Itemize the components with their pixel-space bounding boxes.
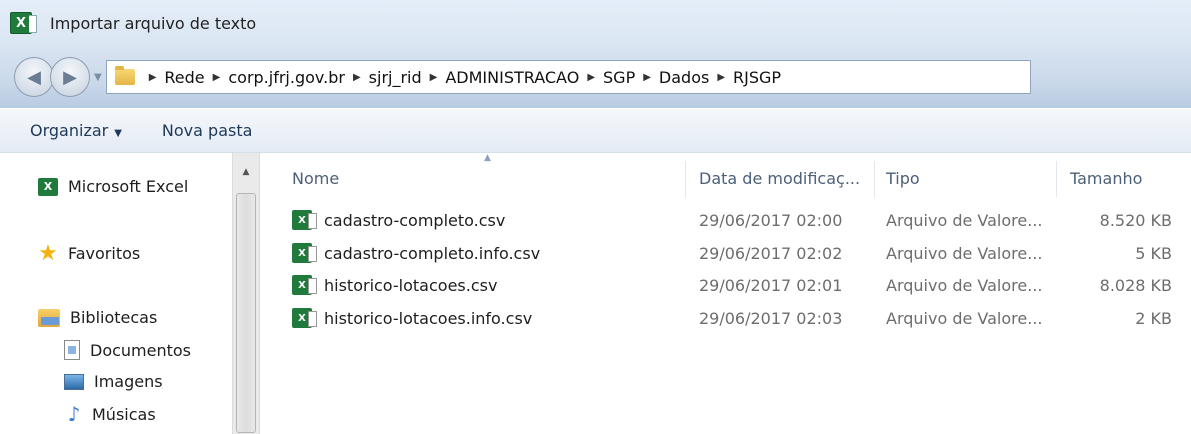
column-header-name[interactable]: Nome bbox=[292, 169, 339, 188]
sidebar-item-label: Bibliotecas bbox=[70, 308, 158, 327]
music-icon: ♪ bbox=[67, 402, 81, 426]
sidebar-scrollbar[interactable]: ▲ bbox=[232, 153, 260, 434]
star-icon: ★ bbox=[38, 241, 58, 266]
file-name: cadastro-completo.info.csv bbox=[324, 244, 541, 263]
breadcrumb-item[interactable]: Rede bbox=[164, 68, 204, 87]
column-divider[interactable] bbox=[1056, 161, 1057, 197]
organize-button[interactable]: Organizar ▼ bbox=[30, 121, 122, 140]
sidebar-item-libraries[interactable]: Bibliotecas bbox=[38, 308, 157, 327]
file-name: cadastro-completo.csv bbox=[324, 211, 506, 230]
sidebar-item-label: Documentos bbox=[90, 340, 192, 360]
file-row[interactable]: X cadastro-completo.csv 29/06/2017 02:00… bbox=[292, 206, 1182, 236]
breadcrumb-item[interactable]: sjrj_rid bbox=[369, 68, 422, 87]
recent-locations-dropdown[interactable]: ▼ bbox=[94, 72, 102, 83]
scroll-thumb[interactable] bbox=[236, 193, 256, 433]
folder-icon bbox=[114, 66, 135, 85]
csv-file-icon: X bbox=[292, 243, 317, 263]
breadcrumb-item[interactable]: SGP bbox=[603, 68, 635, 87]
file-row[interactable]: X historico-lotacoes.csv 29/06/2017 02:0… bbox=[292, 271, 1182, 301]
file-modified: 29/06/2017 02:01 bbox=[699, 276, 843, 295]
breadcrumb-item[interactable]: RJSGP bbox=[733, 68, 781, 87]
excel-app-icon: X bbox=[10, 12, 37, 34]
chevron-right-icon[interactable]: ▶ bbox=[149, 72, 157, 83]
column-header-size[interactable]: Tamanho bbox=[1070, 169, 1142, 188]
file-type: Arquivo de Valore... bbox=[886, 276, 1043, 295]
sidebar-item-label: Imagens bbox=[94, 372, 163, 391]
breadcrumb-item[interactable]: Dados bbox=[659, 68, 709, 87]
new-folder-button[interactable]: Nova pasta bbox=[162, 121, 253, 140]
file-list: ▲ Nome Data de modificaç... Tipo Tamanho… bbox=[262, 153, 1191, 434]
file-modified: 29/06/2017 02:00 bbox=[699, 211, 843, 230]
sidebar-item-music[interactable]: ♪ Músicas bbox=[64, 402, 156, 426]
sidebar-item-label: Favoritos bbox=[68, 244, 141, 263]
chevron-right-icon[interactable]: ▶ bbox=[213, 72, 221, 83]
file-size: 2 KB bbox=[1135, 309, 1172, 328]
file-name: historico-lotacoes.info.csv bbox=[324, 309, 533, 328]
file-row[interactable]: X historico-lotacoes.info.csv 29/06/2017… bbox=[292, 304, 1182, 334]
arrow-right-icon: ▶ bbox=[63, 66, 77, 88]
csv-file-icon: X bbox=[292, 210, 317, 230]
file-modified: 29/06/2017 02:02 bbox=[699, 244, 843, 263]
arrow-left-icon: ◀ bbox=[27, 66, 41, 88]
chevron-right-icon[interactable]: ▶ bbox=[717, 72, 725, 83]
window-title: Importar arquivo de texto bbox=[50, 13, 257, 33]
back-button[interactable]: ◀ bbox=[14, 57, 54, 97]
file-modified: 29/06/2017 02:03 bbox=[699, 309, 843, 328]
sidebar-item-label: Músicas bbox=[92, 404, 156, 424]
scroll-up-button[interactable]: ▲ bbox=[237, 163, 255, 181]
csv-file-icon: X bbox=[292, 308, 317, 328]
file-type: Arquivo de Valore... bbox=[886, 309, 1043, 328]
libraries-icon bbox=[38, 308, 60, 327]
sidebar-item-documents[interactable]: Documentos bbox=[64, 340, 191, 360]
file-size: 5 KB bbox=[1135, 244, 1172, 263]
forward-button[interactable]: ▶ bbox=[50, 57, 90, 97]
chevron-right-icon[interactable]: ▶ bbox=[587, 72, 595, 83]
csv-file-icon: X bbox=[292, 275, 317, 295]
sidebar-item-microsoft-excel[interactable]: X Microsoft Excel bbox=[38, 177, 188, 196]
sidebar-item-label: Microsoft Excel bbox=[68, 177, 189, 196]
chevron-right-icon[interactable]: ▶ bbox=[643, 72, 651, 83]
documents-icon bbox=[64, 340, 80, 360]
breadcrumb-item[interactable]: corp.jfrj.gov.br bbox=[228, 68, 345, 87]
chevron-down-icon: ▼ bbox=[114, 128, 122, 139]
column-header-type[interactable]: Tipo bbox=[886, 169, 920, 188]
excel-icon: X bbox=[38, 177, 58, 196]
organize-label: Organizar bbox=[30, 121, 109, 140]
title-bar: X Importar arquivo de texto bbox=[0, 0, 1191, 46]
file-type: Arquivo de Valore... bbox=[886, 211, 1043, 230]
pictures-icon bbox=[64, 373, 84, 390]
sort-ascending-icon: ▲ bbox=[484, 153, 491, 163]
file-type: Arquivo de Valore... bbox=[886, 244, 1043, 263]
toolbar: Organizar ▼ Nova pasta bbox=[0, 108, 1191, 153]
file-size: 8.520 KB bbox=[1099, 211, 1172, 230]
chevron-right-icon[interactable]: ▶ bbox=[430, 72, 438, 83]
sidebar-item-pictures[interactable]: Imagens bbox=[64, 372, 163, 391]
column-divider[interactable] bbox=[685, 161, 686, 197]
navigation-pane: X Microsoft Excel ★ Favoritos Biblioteca… bbox=[0, 153, 232, 434]
chevron-right-icon[interactable]: ▶ bbox=[353, 72, 361, 83]
address-bar[interactable]: ▶ Rede ▶ corp.jfrj.gov.br ▶ sjrj_rid ▶ A… bbox=[105, 60, 1031, 94]
file-size: 8.028 KB bbox=[1099, 276, 1172, 295]
navigation-bar: ◀ ▶ ▼ ▶ Rede ▶ corp.jfrj.gov.br ▶ sjrj_r… bbox=[0, 46, 1191, 108]
breadcrumb-item[interactable]: ADMINISTRACAO bbox=[445, 68, 579, 87]
file-name: historico-lotacoes.csv bbox=[324, 276, 498, 295]
sidebar-item-favorites[interactable]: ★ Favoritos bbox=[38, 241, 140, 266]
column-header-date-modified[interactable]: Data de modificaç... bbox=[699, 169, 860, 188]
file-row[interactable]: X cadastro-completo.info.csv 29/06/2017 … bbox=[292, 239, 1182, 269]
column-divider[interactable] bbox=[874, 161, 875, 197]
